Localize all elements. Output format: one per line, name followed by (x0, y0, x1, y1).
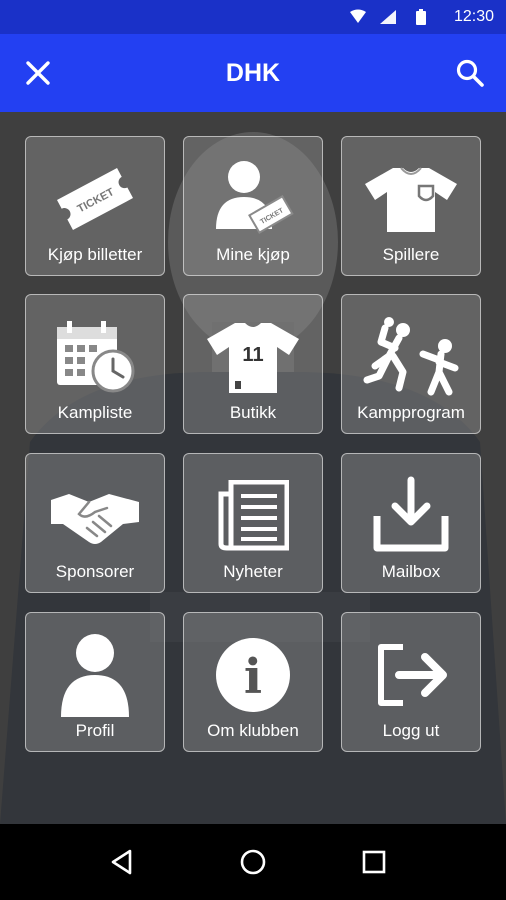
battery-icon (416, 9, 426, 25)
status-icons (350, 9, 426, 25)
tile-profil[interactable]: Profil (25, 612, 165, 752)
shirt-number: 11 (242, 344, 263, 366)
handshake-icon (51, 494, 139, 544)
newspaper-icon (218, 480, 289, 551)
shirt-11-icon: 11 (207, 323, 299, 393)
tile-label: Kjøp billetter (47, 245, 143, 264)
status-time: 12:30 (453, 8, 494, 25)
person-icon (61, 634, 129, 717)
home-button[interactable] (233, 842, 273, 882)
status-bar: 12:30 (0, 0, 506, 34)
tile-kampprogram[interactable]: Kampprogram (341, 294, 481, 434)
tile-label: Kampliste (57, 403, 133, 422)
search-button[interactable] (448, 51, 492, 95)
app-bar: DHK (0, 34, 506, 112)
menu-grid: TICKET Kjøp billetter TICKET Mine kjøp S… (25, 136, 483, 816)
signal-icon (380, 10, 396, 24)
handball-players-icon (363, 317, 459, 396)
tile-label: Logg ut (382, 721, 440, 740)
navigation-bar (0, 824, 506, 900)
tile-label: Kampprogram (357, 403, 465, 422)
ticket-icon: TICKET (56, 168, 134, 230)
tile-label: Mine kjøp (216, 245, 290, 264)
tile-label: Butikk (229, 403, 277, 422)
search-icon (456, 59, 484, 87)
info-glyph: i (244, 649, 262, 705)
main-menu-area: TICKET Kjøp billetter TICKET Mine kjøp S… (0, 112, 506, 824)
tile-spillere[interactable]: Spillere (341, 136, 481, 276)
home-icon (240, 849, 266, 875)
tile-mailbox[interactable]: Mailbox (341, 453, 481, 593)
tile-butikk[interactable]: 11 Butikk (183, 294, 323, 434)
tile-label: Om klubben (207, 721, 299, 740)
inbox-download-icon (373, 476, 449, 552)
tile-logg-ut[interactable]: Logg ut (341, 612, 481, 752)
tile-label: Profil (75, 721, 115, 740)
tile-kampliste[interactable]: Kampliste (25, 294, 165, 434)
tile-sponsorer[interactable]: Sponsorer (25, 453, 165, 593)
app-title: DHK (225, 59, 281, 87)
user-ticket-icon: TICKET (216, 161, 294, 235)
back-button[interactable] (102, 842, 142, 882)
tile-label: Sponsorer (55, 562, 135, 581)
back-icon (111, 849, 132, 875)
tile-om-klubben[interactable]: i Om klubben (183, 612, 323, 752)
recents-icon (362, 850, 386, 874)
tile-nyheter[interactable]: Nyheter (183, 453, 323, 593)
tile-mine-kjop[interactable]: TICKET Mine kjøp (183, 136, 323, 276)
tile-label: Mailbox (381, 562, 441, 581)
recents-button[interactable] (354, 842, 394, 882)
tile-kjop-billetter[interactable]: TICKET Kjøp billetter (25, 136, 165, 276)
tile-label: Nyheter (223, 562, 283, 581)
info-icon: i (216, 638, 290, 712)
jersey-icon (365, 167, 457, 232)
logout-icon (378, 644, 447, 706)
tile-label: Spillere (382, 245, 440, 264)
calendar-clock-icon (57, 321, 135, 393)
wifi-icon (350, 9, 366, 23)
